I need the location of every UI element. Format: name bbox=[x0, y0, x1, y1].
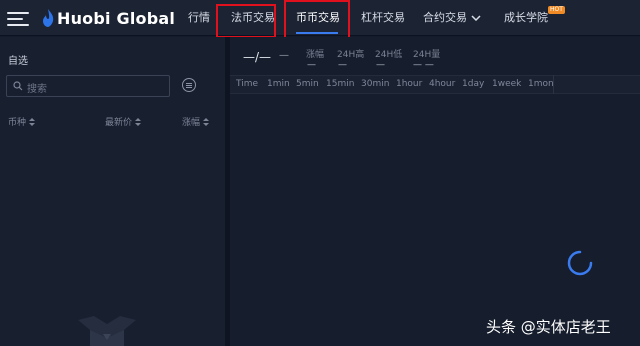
column-change[interactable]: 涨幅 bbox=[182, 115, 210, 128]
stat-24h-volume-value: — — bbox=[413, 60, 434, 70]
column-coin-label: 币种 bbox=[8, 118, 27, 128]
favorites-label[interactable]: 自选 bbox=[8, 52, 28, 67]
stat-24h-high-label: 24H高 bbox=[337, 50, 365, 60]
timeframe-5min[interactable]: 5min bbox=[296, 79, 319, 89]
sort-icon bbox=[203, 117, 210, 126]
loading-spinner-icon bbox=[567, 250, 593, 276]
red-highlight-box-spot bbox=[284, 0, 350, 41]
search-icon bbox=[13, 81, 23, 91]
timeframe-1day[interactable]: 1day bbox=[462, 79, 484, 89]
empty-box-illustration bbox=[78, 316, 136, 346]
timeframe-4hour[interactable]: 4hour bbox=[429, 79, 455, 89]
stat-change-label: 涨幅 bbox=[306, 50, 325, 60]
watermark-text: 头条 @实体店老王 bbox=[486, 318, 611, 336]
column-last-price-label: 最新价 bbox=[105, 118, 133, 128]
timeframe-1week[interactable]: 1week bbox=[492, 79, 521, 89]
sort-icon bbox=[135, 117, 142, 126]
nav-market[interactable]: 行情 bbox=[188, 0, 210, 36]
huobi-logo[interactable]: Huobi Global bbox=[42, 8, 175, 28]
stat-24h-volume-label: 24H量 bbox=[413, 50, 441, 60]
timeframe-1min[interactable]: 1min bbox=[267, 79, 290, 89]
logo-text: Huobi Global bbox=[57, 8, 176, 28]
nav-contract-trading[interactable]: 合约交易 bbox=[423, 0, 481, 36]
search-input[interactable]: 搜索 bbox=[6, 75, 170, 97]
stat-24h-low-label: 24H低 bbox=[375, 50, 403, 60]
column-last-price[interactable]: 最新价 bbox=[105, 115, 142, 128]
hamburger-menu-icon[interactable] bbox=[7, 12, 29, 26]
stat-change-value: — bbox=[307, 60, 316, 70]
column-coin[interactable]: 币种 bbox=[8, 115, 36, 128]
ticker-price: —/— bbox=[243, 50, 272, 64]
stat-24h-low-value: — bbox=[376, 60, 385, 70]
nav-margin-trading[interactable]: 杠杆交易 bbox=[361, 0, 405, 36]
hot-badge: HOT bbox=[548, 6, 565, 14]
chevron-down-icon bbox=[471, 15, 481, 21]
timeframe-15min[interactable]: 15min bbox=[326, 79, 354, 89]
flame-icon bbox=[43, 9, 54, 27]
column-change-label: 涨幅 bbox=[182, 118, 201, 128]
timeframe-1mon[interactable]: 1mon bbox=[528, 79, 554, 89]
stat-24h-high-value: — bbox=[338, 60, 347, 70]
filter-icon[interactable] bbox=[182, 78, 196, 92]
red-highlight-box-otc bbox=[216, 4, 276, 38]
ticker-sub-price: — bbox=[279, 50, 289, 61]
sort-icon bbox=[29, 117, 36, 126]
search-placeholder: 搜索 bbox=[27, 84, 47, 95]
nav-academy[interactable]: 成长学院 bbox=[504, 0, 548, 36]
timeframe-1hour[interactable]: 1hour bbox=[396, 79, 422, 89]
timeframe-separator bbox=[553, 75, 554, 94]
nav-contract-label: 合约交易 bbox=[423, 11, 467, 24]
timeframe-time[interactable]: Time bbox=[236, 79, 258, 89]
timeframe-30min[interactable]: 30min bbox=[361, 79, 389, 89]
